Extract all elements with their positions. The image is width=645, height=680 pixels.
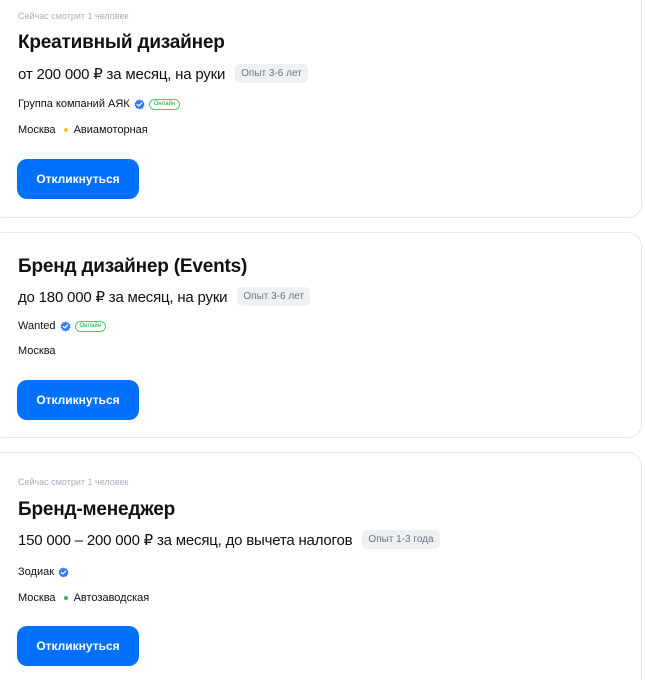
salary-row: до 180 000 ₽ за месяц, на руки Опыт 3-6 …: [18, 287, 310, 306]
company-row: Зодиак: [18, 566, 69, 578]
watching-now-text: Сейчас смотрит 1 человек: [18, 477, 129, 487]
metro-station: Авиамоторная: [73, 124, 148, 136]
location-row: Москва: [18, 345, 56, 357]
salary-row: 150 000 – 200 000 ₽ за месяц, до вычета …: [18, 530, 440, 549]
city: Москва: [18, 592, 56, 604]
metro-line-icon: [63, 596, 68, 600]
verified-check-icon: [134, 98, 145, 110]
apply-button[interactable]: Откликнуться: [17, 380, 139, 420]
online-badge: Онлайн: [74, 320, 106, 332]
vacancy-title[interactable]: Креативный дизайнер: [18, 32, 225, 54]
company-row: Wanted Онлайн: [18, 320, 106, 332]
metro-line-icon: [63, 128, 68, 132]
salary: 150 000 – 200 000 ₽ за месяц, до вычета …: [18, 531, 353, 549]
salary: от 200 000 ₽ за месяц, на руки: [18, 65, 226, 83]
company-name[interactable]: Wanted: [18, 320, 56, 332]
verified-check-icon: [58, 566, 69, 578]
salary: до 180 000 ₽ за месяц, на руки: [18, 288, 228, 306]
city: Москва: [18, 124, 56, 136]
verified-check-icon: [60, 320, 71, 332]
vacancy-title[interactable]: Бренд дизайнер (Events): [18, 256, 247, 278]
experience-badge: Опыт 3-6 лет: [237, 287, 310, 306]
apply-button[interactable]: Откликнуться: [17, 159, 139, 199]
watching-now-text: Сейчас смотрит 1 человек: [18, 11, 129, 21]
city: Москва: [18, 345, 56, 357]
company-row: Группа компаний АЯК Онлайн: [18, 98, 181, 110]
experience-badge: Опыт 3-6 лет: [235, 64, 308, 83]
location-row: Москва Авиамоторная: [18, 124, 148, 136]
company-name[interactable]: Группа компаний АЯК: [18, 98, 130, 110]
company-name[interactable]: Зодиак: [18, 566, 54, 578]
salary-row: от 200 000 ₽ за месяц, на руки Опыт 3-6 …: [18, 64, 308, 83]
vacancy-title[interactable]: Бренд-менеджер: [18, 499, 175, 521]
experience-badge: Опыт 1-3 года: [362, 530, 440, 549]
online-badge: Онлайн: [148, 98, 181, 110]
apply-button[interactable]: Откликнуться: [17, 626, 139, 666]
metro-station: Автозаводская: [73, 592, 150, 604]
location-row: Москва Автозаводская: [18, 592, 149, 604]
